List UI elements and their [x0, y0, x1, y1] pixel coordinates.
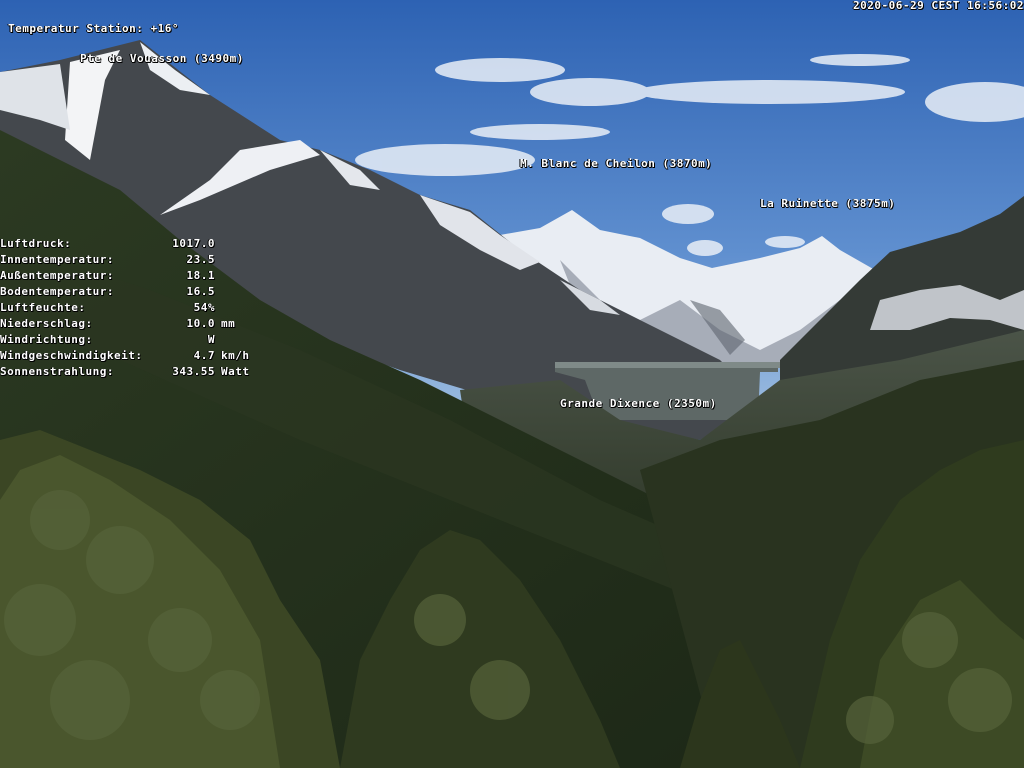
- weather-unit: km/h: [221, 349, 250, 362]
- weather-row: Sonnenstrahlung: 343.55 Watt: [0, 364, 250, 380]
- weather-key: Niederschlag:: [0, 317, 93, 330]
- weather-row: Luftdruck: 1017.0: [0, 236, 250, 252]
- label-la-ruinette: La Ruinette (3875m): [760, 197, 896, 210]
- label-mont-blanc-de-cheilon: M. Blanc de Cheilon (3870m): [520, 157, 713, 170]
- weather-key: Außentemperatur:: [0, 269, 114, 282]
- weather-row: Windgeschwindigkeit: 4.7 km/h: [0, 348, 250, 364]
- weather-key: Luftdruck:: [0, 237, 72, 250]
- weather-unit: [215, 332, 221, 348]
- station-info: Temperatur Station: +16° Pte de Vouasson…: [8, 4, 244, 74]
- webcam-image: [0, 0, 1024, 768]
- weather-key: Windrichtung:: [0, 333, 93, 346]
- weather-unit: [215, 284, 221, 300]
- weather-value: 343.55: [172, 365, 215, 378]
- weather-key: Sonnenstrahlung:: [0, 365, 114, 378]
- weather-readout: Luftdruck: 1017.0 Innentemperatur: 23.5 Auße…: [0, 236, 250, 380]
- weather-value: W: [207, 333, 215, 346]
- weather-key: Luftfeuchte:: [0, 301, 86, 314]
- weather-unit: Watt: [221, 365, 250, 378]
- weather-value: 1017.0: [172, 237, 215, 250]
- weather-value: 54%: [193, 301, 215, 314]
- weather-row: Innentemperatur: 23.5: [0, 252, 250, 268]
- station-temperature: Temperatur Station: +16°: [8, 22, 179, 35]
- weather-row: Außentemperatur: 18.1: [0, 268, 250, 284]
- label-grande-dixence: Grande Dixence (2350m): [560, 397, 717, 410]
- weather-unit: [215, 268, 221, 284]
- weather-key: Bodentemperatur:: [0, 285, 114, 298]
- weather-value: 4.7: [193, 349, 215, 362]
- weather-value: 23.5: [186, 253, 215, 266]
- weather-key: Windgeschwindigkeit:: [0, 349, 143, 362]
- weather-row: Niederschlag: 10.0 mm: [0, 316, 250, 332]
- weather-value: 16.5: [186, 285, 215, 298]
- weather-row: Bodentemperatur: 16.5: [0, 284, 250, 300]
- weather-unit: [215, 236, 221, 252]
- weather-key: Innentemperatur:: [0, 253, 114, 266]
- weather-row: Luftfeuchte: 54%: [0, 300, 250, 316]
- weather-unit: [215, 252, 221, 268]
- weather-value: 18.1: [186, 269, 215, 282]
- weather-unit: [215, 300, 221, 316]
- weather-unit: mm: [221, 317, 236, 330]
- weather-row: Windrichtung: W: [0, 332, 250, 348]
- weather-value: 10.0: [186, 317, 215, 330]
- station-peak-label: Pte de Vouasson (3490m): [80, 52, 244, 65]
- timestamp: 2020-06-29 CEST 16:56:02: [853, 0, 1024, 12]
